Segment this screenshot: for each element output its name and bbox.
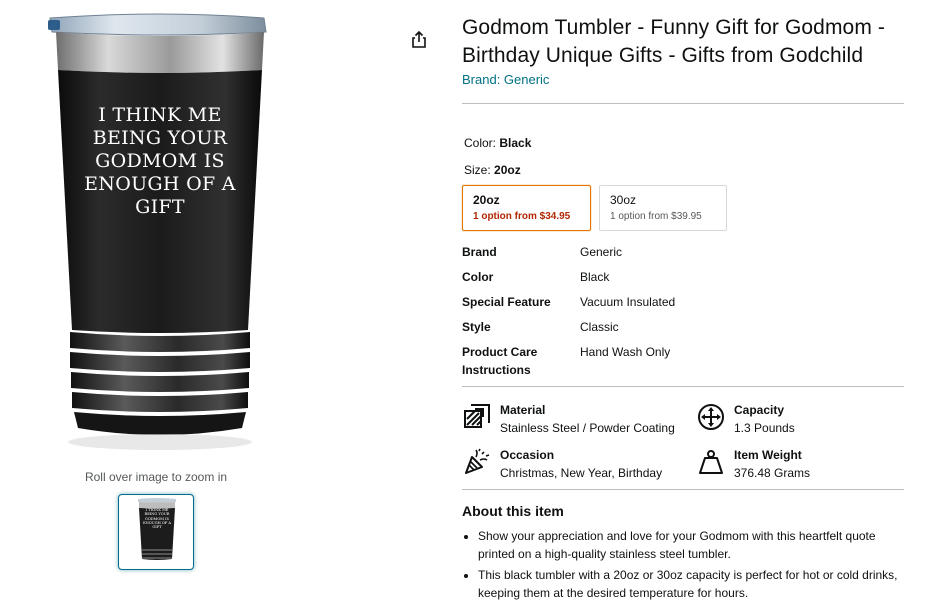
spec-value: Generic	[580, 245, 623, 259]
tumbler-quote-text: I THINK ME BEING YOUR GODMOM IS ENOUGH O…	[84, 104, 236, 218]
feature-grid: Material Stainless Steel / Powder Coatin…	[462, 401, 904, 482]
spec-key: Product Care Instructions	[462, 345, 538, 377]
product-title: Godmom Tumbler - Funny Gift for Godmom -…	[462, 16, 885, 67]
spec-row: Color Black	[462, 268, 904, 286]
feature-weight: Item Weight 376.48 Grams	[696, 446, 904, 482]
feature-title: Item Weight	[734, 448, 802, 462]
feature-occasion: Occasion Christmas, New Year, Birthday	[462, 446, 696, 482]
product-image-block: I THINK ME BEING YOUR GODMOM IS ENOUGH O…	[0, 0, 320, 601]
feature-material: Material Stainless Steel / Powder Coatin…	[462, 401, 696, 437]
feature-capacity: Capacity 1.3 Pounds	[696, 401, 904, 437]
size-options: 20oz 1 option from $34.95 30oz 1 option …	[462, 185, 904, 231]
zoom-hint: Roll over image to zoom in	[84, 470, 228, 484]
spec-value: Black	[580, 270, 610, 284]
option-size: 20oz	[473, 193, 500, 207]
color-label: Color:	[464, 136, 497, 150]
feature-title: Occasion	[500, 448, 555, 462]
about-heading: About this item	[462, 503, 564, 519]
occasion-icon	[462, 446, 492, 478]
about-bullets: Show your appreciation and love for your…	[462, 527, 904, 601]
feature-value: Stainless Steel / Powder Coating	[500, 421, 675, 435]
divider	[462, 103, 904, 104]
share-icon	[412, 30, 426, 48]
option-price: 1 option from $39.95	[610, 211, 702, 222]
option-price: 1 option from $34.95	[473, 211, 571, 222]
spec-value: Hand Wash Only	[580, 345, 671, 359]
spec-key: Style	[462, 320, 491, 334]
about-bullet: This black tumbler with a 20oz or 30oz c…	[478, 566, 904, 601]
feature-title: Material	[500, 403, 546, 417]
spec-row: Style Classic	[462, 318, 904, 336]
spec-key: Color	[462, 270, 494, 284]
spec-row: Product Care Instructions Hand Wash Only	[462, 343, 904, 379]
product-details: Godmom Tumbler - Funny Gift for Godmom -…	[462, 14, 904, 601]
option-size: 30oz	[610, 193, 637, 207]
spec-key: Brand	[462, 245, 497, 259]
spec-value: Vacuum Insulated	[580, 295, 676, 309]
spec-row: Brand Generic	[462, 243, 904, 261]
capacity-icon	[696, 401, 726, 433]
divider	[462, 489, 904, 490]
size-variation: Size: 20oz	[462, 163, 904, 177]
feature-title: Capacity	[734, 403, 785, 417]
feature-value: Christmas, New Year, Birthday	[500, 466, 663, 480]
thumbnail-quote-text: I THINK ME BEING YOUR GODMOM IS ENOUGH O…	[142, 508, 172, 530]
share-button[interactable]	[408, 28, 430, 50]
spec-row: Special Feature Vacuum Insulated	[462, 293, 904, 311]
feature-value: 1.3 Pounds	[734, 421, 795, 435]
main-product-image[interactable]: I THINK ME BEING YOUR GODMOM IS ENOUGH O…	[44, 10, 276, 460]
size-value: 20oz	[494, 163, 521, 177]
size-label: Size:	[464, 163, 491, 177]
image-thumbnail[interactable]: I THINK ME BEING YOUR GODMOM IS ENOUGH O…	[118, 494, 194, 570]
spec-table: Brand Generic Color Black Special Featur…	[462, 243, 904, 379]
about-bullet: Show your appreciation and love for your…	[478, 527, 904, 563]
size-option-30oz[interactable]: 30oz 1 option from $39.95	[599, 185, 727, 231]
tumbler-illustration	[48, 13, 267, 450]
color-value: Black	[499, 136, 532, 150]
divider	[462, 386, 904, 387]
weight-icon	[696, 446, 726, 478]
brand-link[interactable]: Brand: Generic	[462, 72, 904, 87]
spec-key: Special Feature	[462, 295, 551, 309]
size-option-20oz[interactable]: 20oz 1 option from $34.95	[462, 185, 591, 231]
feature-value: 376.48 Grams	[734, 466, 811, 480]
material-icon	[462, 401, 492, 433]
spec-value: Classic	[580, 320, 619, 334]
color-variation: Color: Black	[462, 136, 904, 150]
